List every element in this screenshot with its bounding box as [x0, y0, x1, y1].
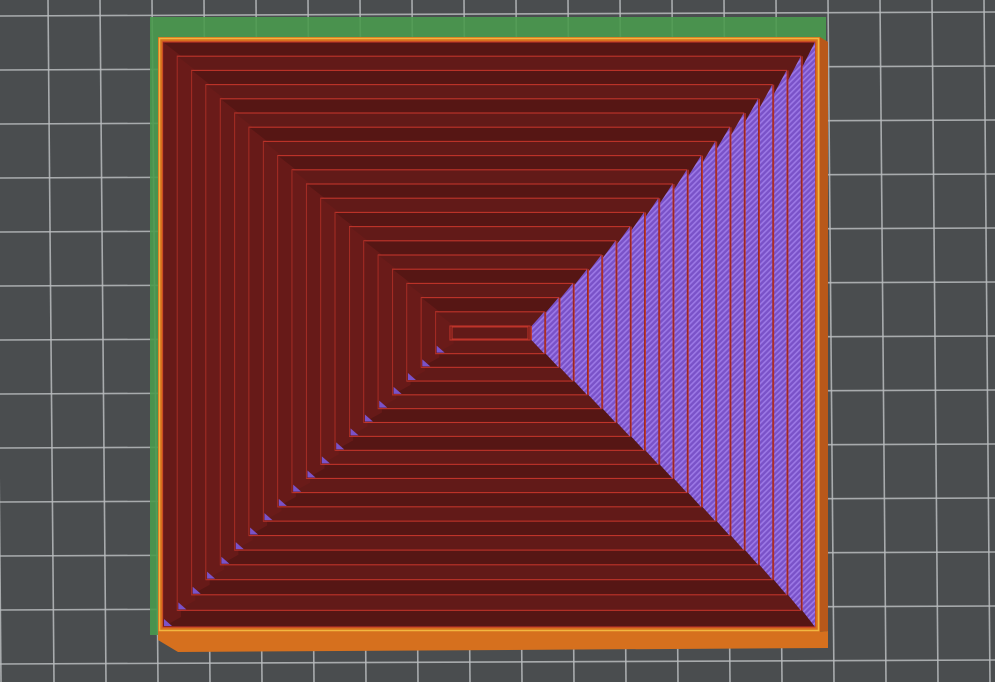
- outer-wall-side: [158, 631, 828, 652]
- grid-line-vertical: [47, 0, 55, 682]
- pocket-bottom: [451, 326, 529, 340]
- overhang-strip: [645, 198, 659, 465]
- overhang-strip: [688, 155, 701, 507]
- grid-line-vertical: [983, 0, 991, 682]
- grid-line-vertical: [931, 0, 939, 682]
- overhang-strip: [631, 212, 644, 451]
- grid-line-vertical: [99, 0, 107, 682]
- overhang-strip: [673, 169, 687, 493]
- overhang-strip: [559, 283, 573, 382]
- outer-wall-right-face: [820, 37, 828, 632]
- grid-line-horizontal: [0, 659, 995, 665]
- overhang-strip: [759, 84, 773, 580]
- overhang-strip: [588, 255, 602, 409]
- overhang-strip: [787, 56, 801, 611]
- grid-line-vertical: [827, 0, 835, 682]
- overhang-strip: [616, 226, 630, 437]
- overhang-strip: [773, 70, 787, 595]
- overhang-strip: [730, 113, 744, 551]
- overhang-strip: [659, 184, 673, 479]
- grid-line-vertical: [0, 477, 2, 682]
- scene-canvas[interactable]: [0, 0, 995, 682]
- overhang-strip: [602, 240, 616, 423]
- overhang-strip: [574, 269, 587, 395]
- grid-line-vertical: [879, 0, 887, 682]
- 3d-viewport[interactable]: [0, 0, 995, 682]
- overhang-strip: [802, 42, 815, 627]
- overhang-strip: [702, 141, 716, 522]
- grid-line-horizontal: [0, 11, 995, 17]
- overhang-strip: [745, 98, 758, 565]
- overhang-strip: [716, 127, 730, 536]
- printed-model[interactable]: [158, 37, 828, 652]
